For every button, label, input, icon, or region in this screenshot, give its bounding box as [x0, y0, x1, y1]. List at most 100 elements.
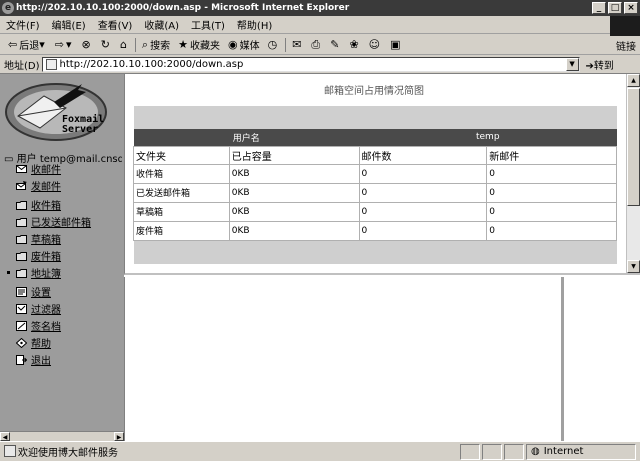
mail-count: 0: [358, 163, 488, 184]
menu-tools[interactable]: 工具(T): [185, 17, 231, 32]
new-mail-count: 0: [486, 182, 617, 203]
sidebar-item-settings[interactable]: 设置: [6, 283, 122, 300]
main-vertical-scrollbar[interactable]: ▲ ▼: [626, 74, 640, 273]
stop-button[interactable]: ⊗: [78, 38, 97, 51]
media-label: 媒体: [239, 41, 260, 52]
mail-button[interactable]: ✉: [288, 38, 307, 51]
signature-icon: [16, 320, 27, 331]
sidebar-item-addressbook[interactable]: 地址簿: [6, 264, 122, 281]
table-row: 收件箱 0KB 0 0: [133, 163, 617, 184]
used-size: 0KB: [228, 163, 360, 184]
sidebar-item-help[interactable]: 帮助: [6, 334, 122, 351]
menu-favorites[interactable]: 收藏(A): [138, 17, 185, 32]
window-controls: _ □ ×: [592, 2, 638, 14]
browser-content: Foxmail Server ▭ 用户 temp@mail.cnsd 收邮件 发…: [0, 74, 640, 441]
scroll-right-icon[interactable]: ▶: [114, 432, 124, 441]
print-icon: ⎙: [311, 37, 321, 51]
minimize-icon[interactable]: _: [592, 2, 606, 14]
ie-throbber-icon: [610, 16, 640, 36]
sidebar-item-logout[interactable]: 退出: [6, 351, 122, 368]
folder-icon: [16, 268, 27, 278]
menu-file[interactable]: 文件(F): [0, 17, 46, 32]
discuss-icon: ❀: [349, 38, 359, 51]
mail-count: 0: [358, 182, 488, 203]
mail-count: 0: [358, 201, 488, 222]
sidebar-item-label: 过滤器: [31, 305, 61, 316]
scroll-left-icon[interactable]: ◀: [0, 432, 10, 441]
history-button[interactable]: ◷: [264, 38, 284, 51]
status-cell: [460, 443, 480, 460]
menu-view[interactable]: 查看(V): [92, 17, 139, 32]
go-label: 转到: [593, 60, 614, 72]
scroll-up-icon[interactable]: ▲: [627, 74, 640, 87]
favorites-label: 收藏夹: [189, 41, 220, 52]
edit-button[interactable]: ✎: [326, 38, 345, 51]
scroll-thumb[interactable]: [627, 88, 640, 206]
sidebar-item-inbox[interactable]: 收件箱: [6, 196, 122, 213]
sidebar-item-trash[interactable]: 废件箱: [6, 247, 122, 264]
address-input[interactable]: http://202.10.10.100:2000/down.asp ▼: [41, 56, 580, 72]
table-row: 废件箱 0KB 0 0: [133, 220, 617, 241]
favorites-button[interactable]: ★ 收藏夹: [174, 37, 224, 52]
refresh-icon: ↻: [100, 38, 110, 51]
sidebar-item-label: 收件箱: [31, 201, 61, 212]
home-button[interactable]: ⌂: [116, 38, 133, 51]
used-size: 0KB: [228, 182, 360, 203]
chevron-down-icon: ▾: [65, 38, 72, 51]
sidebar-item-filters[interactable]: 过滤器: [6, 300, 122, 317]
links-button[interactable]: 链接: [616, 38, 636, 53]
user-name-value: temp: [359, 129, 617, 146]
sidebar-item-sent[interactable]: 已发送邮件箱: [6, 213, 122, 230]
sidebar-item-label: 设置: [31, 288, 51, 299]
status-cell: [504, 443, 524, 460]
back-button[interactable]: ⇦ 后退 ▾: [4, 37, 51, 52]
address-bar: 地址(D) http://202.10.10.100:2000/down.asp…: [0, 55, 640, 74]
inbox-icon: [16, 164, 27, 173]
go-button[interactable]: ➔转到: [586, 57, 614, 72]
sidebar-item-receive[interactable]: 收邮件: [6, 160, 122, 177]
home-icon: ⌂: [119, 38, 127, 51]
discuss-button[interactable]: ❀: [345, 38, 364, 51]
zone-label: Internet: [543, 446, 584, 457]
window-title-bar: e http://202.10.10.100:2000/down.asp - M…: [0, 0, 640, 16]
status-cell: [482, 443, 502, 460]
back-label: 后退: [19, 41, 40, 52]
maximize-icon[interactable]: □: [608, 2, 622, 14]
research-button[interactable]: ▣: [386, 38, 406, 51]
close-icon[interactable]: ×: [624, 2, 638, 14]
stop-icon: ⊗: [81, 38, 91, 51]
sidebar-item-send[interactable]: 发邮件: [6, 177, 122, 194]
user-name-label: 用户名: [133, 129, 360, 146]
send-mail-icon: [16, 180, 27, 190]
scroll-down-icon[interactable]: ▼: [627, 260, 640, 273]
sidebar-item-signature[interactable]: 签名档: [6, 317, 122, 334]
folder-icon: [16, 251, 27, 261]
media-button[interactable]: ◉ 媒体: [224, 37, 264, 52]
menu-bar: 文件(F) 编辑(E) 查看(V) 收藏(A) 工具(T) 帮助(H): [0, 16, 640, 34]
menu-edit[interactable]: 编辑(E): [46, 17, 92, 32]
search-icon: ⌕: [141, 37, 149, 51]
search-button[interactable]: ⌕ 搜索: [138, 37, 174, 53]
folder-icon: [16, 217, 27, 227]
toolbar-separator: [285, 37, 287, 52]
folder-name: 收件箱: [133, 163, 230, 184]
column-header: 邮件数: [358, 145, 488, 165]
refresh-button[interactable]: ↻: [97, 38, 116, 51]
edit-icon: ✎: [330, 38, 340, 51]
menu-help[interactable]: 帮助(H): [231, 17, 278, 32]
chevron-down-icon[interactable]: ▼: [565, 57, 579, 71]
print-button[interactable]: ⎙: [307, 38, 326, 52]
folder-icon: [16, 200, 27, 210]
messenger-button[interactable]: ☺: [365, 38, 386, 51]
used-size: 0KB: [228, 220, 360, 241]
help-icon: [16, 337, 27, 348]
research-icon: ▣: [390, 38, 401, 51]
forward-button[interactable]: ⇨ ▾: [51, 38, 78, 51]
sidebar-horizontal-scrollbar[interactable]: ◀ ▶: [0, 431, 124, 441]
sidebar-item-drafts[interactable]: 草稿箱: [6, 230, 122, 247]
new-mail-count: 0: [486, 201, 617, 222]
lower-right-frame: [561, 277, 640, 441]
sidebar-item-label: 收邮件: [31, 165, 61, 176]
folder-name: 废件箱: [133, 220, 230, 241]
sidebar-nav: 收邮件 发邮件 收件箱 已发送邮件箱 草稿箱 废件箱 地址簿 设置 过滤器 签名…: [6, 160, 122, 368]
